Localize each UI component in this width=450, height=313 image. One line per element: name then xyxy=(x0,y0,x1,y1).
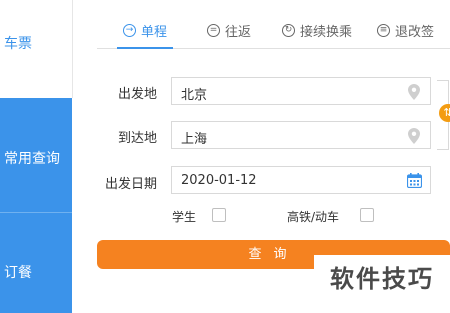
sidebar-item-label: 车票 xyxy=(4,36,32,52)
sidebar-panel: 常用查询 订餐 xyxy=(0,98,72,313)
tab-label: 接续换乘 xyxy=(300,24,353,40)
from-station-value: 北京 xyxy=(181,88,208,103)
sidebar: 车票 常用查询 订餐 xyxy=(0,0,73,313)
sidebar-item-common-query[interactable]: 常用查询 xyxy=(4,148,60,168)
to-station-value: 上海 xyxy=(181,132,208,147)
departure-date-value: 2020-01-12 xyxy=(181,173,257,188)
tab-label: 退改签 xyxy=(395,24,435,40)
student-label: 学生 xyxy=(172,210,197,224)
student-checkbox[interactable] xyxy=(212,208,226,222)
location-pin-icon xyxy=(408,128,420,144)
trip-type-tabs: → 单程 = 往返 ↻ 接续换乘 ≡ 退改签 xyxy=(97,14,450,49)
to-station-input[interactable]: 上海 xyxy=(171,121,431,149)
calendar-icon[interactable] xyxy=(407,173,422,188)
tab-refund-change[interactable]: ≡ 退改签 xyxy=(377,14,434,46)
refresh-circle-icon: ↻ xyxy=(282,23,295,37)
to-label: 到达地 xyxy=(118,131,158,146)
sidebar-item-tickets[interactable]: 车票 xyxy=(0,0,73,98)
watermark-text: 软件技巧 xyxy=(314,255,450,303)
from-label: 出发地 xyxy=(118,87,158,102)
highspeed-checkbox[interactable] xyxy=(360,208,374,222)
tab-transfer[interactable]: ↻ 接续换乘 xyxy=(282,14,352,46)
swap-stations: ⇅ xyxy=(432,80,450,150)
date-label: 出发日期 xyxy=(105,177,158,192)
from-station-input[interactable]: 北京 xyxy=(171,77,431,105)
sidebar-divider xyxy=(0,212,72,213)
tab-label: 往返 xyxy=(225,24,252,40)
tab-one-way[interactable]: → 单程 xyxy=(117,14,174,49)
sidebar-item-meal[interactable]: 订餐 xyxy=(4,262,32,282)
list-circle-icon: ≡ xyxy=(377,23,390,37)
location-pin-icon xyxy=(408,84,420,100)
equal-circle-icon: = xyxy=(207,23,220,37)
departure-date-input[interactable]: 2020-01-12 xyxy=(171,166,431,194)
arrow-circle-icon: → xyxy=(123,24,136,37)
highspeed-label: 高铁/动车 xyxy=(287,210,340,224)
tab-round-trip[interactable]: = 往返 xyxy=(207,14,251,46)
tab-label: 单程 xyxy=(141,25,168,40)
swap-icon[interactable]: ⇅ xyxy=(439,104,450,122)
